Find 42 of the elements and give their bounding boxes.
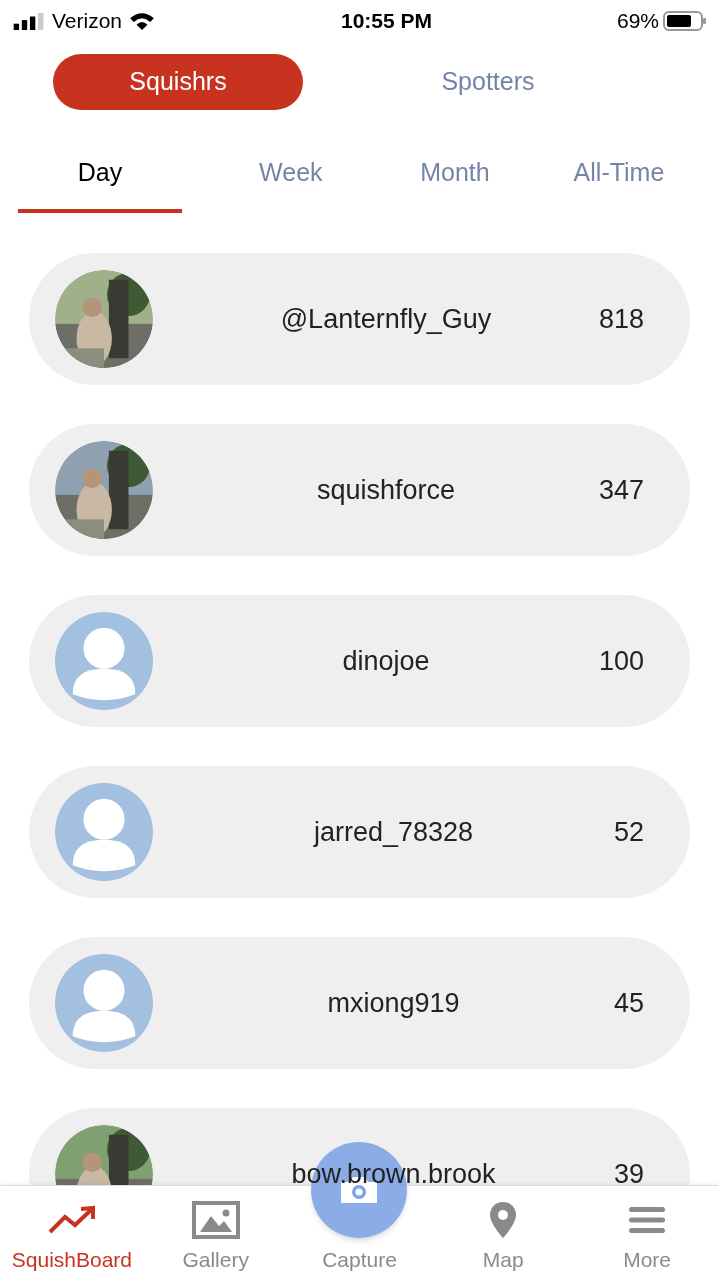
score: 100 — [598, 644, 644, 678]
nav-tab[interactable]: Capture — [322, 1243, 397, 1279]
segment-button[interactable]: Squishrs — [53, 54, 303, 110]
score: 39 — [613, 1157, 644, 1185]
nav-tab[interactable]: Map — [431, 1186, 576, 1279]
gallery-icon — [190, 1199, 241, 1240]
signal-icon — [12, 12, 46, 30]
segment-button[interactable]: Spotters — [363, 54, 613, 110]
battery-percent: 69% — [616, 8, 659, 35]
default-avatar-icon — [55, 612, 153, 710]
nav-tab[interactable]: More — [575, 1186, 719, 1279]
carrier-name: Verizon — [52, 8, 123, 35]
leaderboard-row[interactable]: squishforce 347 — [29, 424, 690, 556]
leaderboard-row[interactable]: bow.brown.brook 39 — [29, 1108, 690, 1185]
score: 45 — [613, 986, 644, 1020]
period-tab[interactable]: All-Time — [536, 146, 701, 213]
default-avatar-icon — [55, 954, 153, 1052]
username: bow.brown.brook — [291, 1160, 496, 1185]
leaderboard-row[interactable]: jarred_78328 52 — [29, 766, 690, 898]
period-tab[interactable]: Week — [208, 146, 373, 213]
period-tab[interactable]: Month — [372, 146, 537, 213]
leaderboard-row[interactable]: dinojoe 100 — [29, 595, 690, 727]
score: 818 — [598, 302, 644, 336]
username: @Lanternfly_Guy — [280, 305, 492, 333]
default-avatar-icon — [55, 783, 153, 881]
map-pin-icon — [488, 1199, 519, 1240]
username: dinojoe — [342, 647, 430, 675]
battery-icon — [663, 10, 707, 32]
leaderboard-row[interactable]: mxiong919 45 — [29, 937, 690, 1069]
menu-icon — [629, 1204, 666, 1235]
score: 52 — [613, 815, 644, 849]
clock-time: 10:55 PM — [341, 8, 433, 35]
trend-icon — [46, 1204, 97, 1235]
score: 347 — [598, 473, 644, 507]
username: squishforce — [316, 476, 455, 504]
username: mxiong919 — [327, 989, 460, 1017]
period-tab[interactable]: Day — [18, 146, 183, 213]
username: jarred_78328 — [313, 818, 474, 846]
nav-tab[interactable]: Gallery — [143, 1186, 288, 1279]
leaderboard-row[interactable]: @Lanternfly_Guy 818 — [29, 253, 690, 385]
nav-tab[interactable]: SquishBoard — [0, 1186, 144, 1279]
wifi-icon — [128, 11, 157, 31]
